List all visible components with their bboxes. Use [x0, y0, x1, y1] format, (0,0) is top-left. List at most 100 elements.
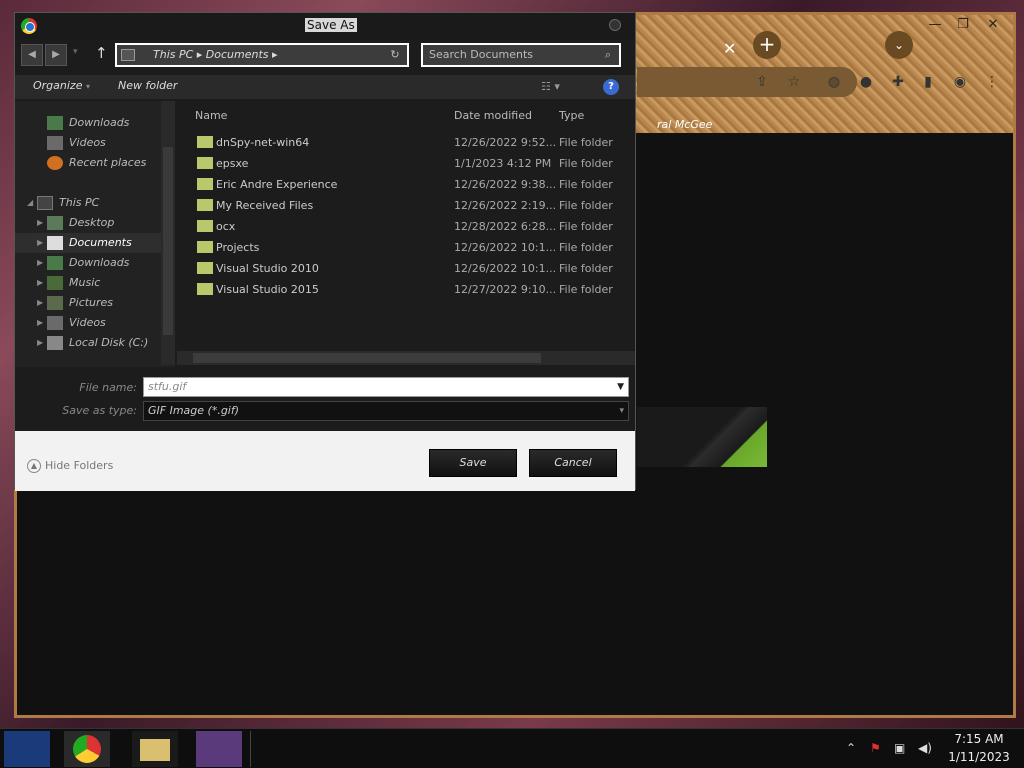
taskbar-separator	[250, 731, 251, 767]
column-date[interactable]: Date modified	[454, 109, 532, 122]
pictures-icon	[47, 296, 63, 310]
hide-folders-button[interactable]: ▲ Hide Folders	[27, 459, 113, 473]
profile-avatar-icon[interactable]: ●	[857, 73, 875, 91]
forward-button[interactable]: ▶	[45, 44, 67, 66]
clock-time[interactable]: 7:15 AM	[936, 732, 1022, 746]
nav-item-local-disk[interactable]: ▶ Local Disk (C:)	[15, 333, 163, 353]
expand-arrow-icon[interactable]: ▶	[37, 293, 43, 313]
dialog-close-button[interactable]	[609, 19, 621, 31]
expand-arrow-icon[interactable]: ▶	[37, 213, 43, 233]
documents-icon	[47, 236, 63, 250]
file-row[interactable]: ocx 12/28/2022 6:28... File folder	[187, 216, 627, 237]
account-icon[interactable]: ◉	[951, 73, 969, 91]
file-row[interactable]: Visual Studio 2015 12/27/2022 9:10... Fi…	[187, 279, 627, 300]
recent-dropdown-icon[interactable]: ▾	[73, 47, 78, 57]
organize-button[interactable]: Organize ▾	[33, 79, 90, 92]
file-row[interactable]: My Received Files 12/26/2022 2:19... Fil…	[187, 195, 627, 216]
nav-item-videos[interactable]: Videos	[15, 133, 163, 153]
nav-item-videos-pc[interactable]: ▶ Videos	[15, 313, 163, 333]
recent-places-icon	[47, 156, 63, 170]
folder-icon	[197, 178, 213, 190]
view-options-icon[interactable]: ☷ ▾	[541, 80, 560, 93]
bookmark-item[interactable]: ral McGee	[657, 118, 712, 131]
downloads-icon	[47, 256, 63, 270]
action-center-flag-icon[interactable]: ⚑	[870, 741, 881, 755]
file-row[interactable]: Projects 12/26/2022 10:1... File folder	[187, 237, 627, 258]
file-row[interactable]: epsxe 1/1/2023 4:12 PM File folder	[187, 153, 627, 174]
extension-flag-icon[interactable]: ◍	[825, 73, 843, 91]
sidepanel-icon[interactable]: ▮	[919, 73, 937, 91]
column-name[interactable]: Name	[195, 109, 227, 122]
pc-icon	[121, 49, 135, 61]
nav-item-music[interactable]: ▶ Music	[15, 273, 163, 293]
navigation-pane: Downloads Videos Recent places ◢ This PC…	[15, 101, 175, 367]
videos-icon	[47, 136, 63, 150]
expand-arrow-icon[interactable]: ▶	[37, 333, 43, 353]
save-button[interactable]: Save	[429, 449, 517, 477]
search-input[interactable]: Search Documents	[423, 45, 597, 65]
save-type-select[interactable]: GIF Image (*.gif) ▾	[143, 401, 629, 421]
file-explorer-taskbar-icon[interactable]	[132, 731, 178, 767]
folder-icon	[197, 262, 213, 274]
folder-icon	[197, 199, 213, 211]
tray-overflow-icon[interactable]: ⌃	[846, 741, 856, 755]
menu-kebab-icon[interactable]: ⋮	[983, 73, 1001, 91]
folder-icon	[197, 136, 213, 148]
save-as-dialog: Save As ◀ ▶ ▾ ↑ This PC ▸ Documents ▸ ↻ …	[14, 12, 636, 491]
help-icon[interactable]: ?	[603, 79, 619, 95]
chevron-down-icon[interactable]: ▾	[619, 402, 624, 420]
network-icon[interactable]: ▣	[894, 741, 905, 755]
window-close-button[interactable]: ✕	[979, 17, 1007, 35]
search-field[interactable]: Search Documents ⌕	[421, 43, 621, 67]
address-bar[interactable]: This PC ▸ Documents ▸ ↻	[115, 43, 409, 67]
up-arrow-icon[interactable]: ↑	[95, 44, 108, 62]
cancel-button[interactable]: Cancel	[529, 449, 617, 477]
clock-date[interactable]: 1/11/2023	[936, 750, 1022, 764]
nav-item-this-pc[interactable]: ◢ This PC	[15, 193, 163, 213]
horizontal-scrollbar-thumb[interactable]	[193, 353, 541, 363]
back-button[interactable]: ◀	[21, 44, 43, 66]
disk-icon	[47, 336, 63, 350]
refresh-icon[interactable]: ↻	[383, 45, 407, 65]
file-name-label: File name:	[79, 381, 137, 394]
expand-arrow-icon[interactable]: ▶	[37, 273, 43, 293]
search-icon[interactable]: ⌕	[597, 45, 619, 65]
file-row[interactable]: Eric Andre Experience 12/26/2022 9:38...…	[187, 174, 627, 195]
nav-item-documents[interactable]: ▶ Documents	[15, 233, 163, 253]
nav-scrollbar-thumb[interactable]	[163, 147, 173, 335]
chevron-down-icon[interactable]: ▼	[617, 378, 624, 396]
tab-search-button[interactable]: ⌄	[885, 31, 913, 59]
nav-item-desktop[interactable]: ▶ Desktop	[15, 213, 163, 233]
minimize-button[interactable]: —	[921, 17, 949, 35]
column-type[interactable]: Type	[559, 109, 584, 122]
share-icon[interactable]: ⇪	[753, 73, 771, 91]
maximize-button[interactable]: ❐	[949, 17, 977, 35]
expand-arrow-icon[interactable]: ▶	[37, 313, 43, 333]
file-row[interactable]: dnSpy-net-win64 12/26/2022 9:52... File …	[187, 132, 627, 153]
file-name-input[interactable]: stfu.gif ▼	[143, 377, 629, 397]
nav-item-downloads-pc[interactable]: ▶ Downloads	[15, 253, 163, 273]
nav-item-pictures[interactable]: ▶ Pictures	[15, 293, 163, 313]
omnibox[interactable]	[637, 67, 857, 97]
chrome-taskbar-icon[interactable]	[64, 731, 110, 767]
file-row[interactable]: Visual Studio 2010 12/26/2022 10:1... Fi…	[187, 258, 627, 279]
nav-item-downloads[interactable]: Downloads	[15, 113, 163, 133]
address-path[interactable]: This PC ▸ Documents ▸	[117, 45, 383, 65]
start-button[interactable]	[4, 731, 50, 767]
dialog-titlebar[interactable]: Save As	[15, 13, 635, 39]
new-folder-button[interactable]: New folder	[118, 79, 177, 92]
expand-arrow-icon[interactable]: ▶	[37, 253, 43, 273]
collapse-arrow-icon[interactable]: ◢	[27, 193, 33, 213]
new-tab-button[interactable]: +	[753, 31, 781, 59]
pc-icon	[37, 196, 53, 210]
messenger-taskbar-icon[interactable]	[196, 731, 242, 767]
extensions-puzzle-icon[interactable]: ✚	[889, 73, 907, 91]
nav-item-recent-places[interactable]: Recent places	[15, 153, 163, 173]
star-icon[interactable]: ☆	[785, 73, 803, 91]
videos-icon	[47, 316, 63, 330]
volume-icon[interactable]: ◀)	[918, 741, 932, 755]
tab-close-icon[interactable]: ✕	[723, 39, 736, 58]
expand-arrow-icon[interactable]: ▶	[37, 233, 43, 253]
folder-icon	[197, 157, 213, 169]
chrome-icon	[21, 18, 37, 34]
